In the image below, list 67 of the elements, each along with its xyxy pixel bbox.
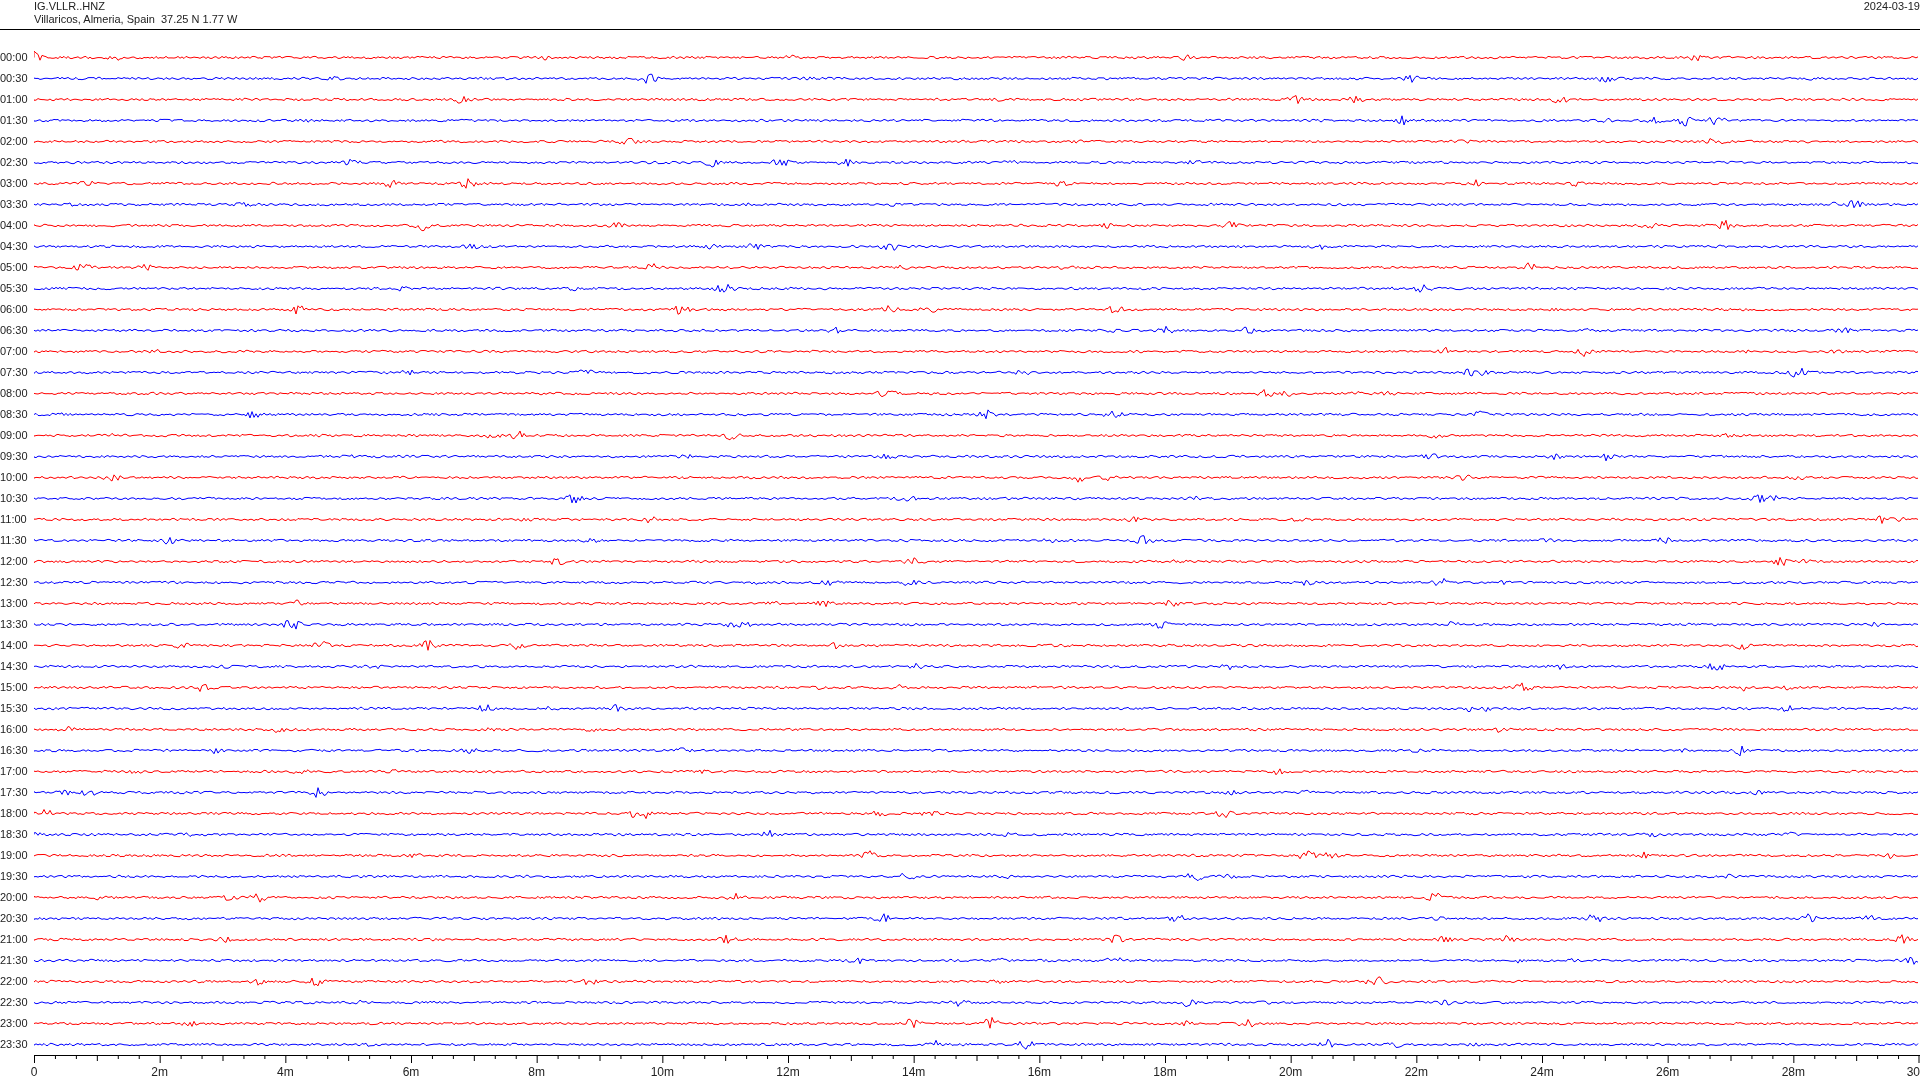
axis-tick-label: 22m — [1404, 1065, 1428, 1079]
time-label: 13:00 — [0, 597, 29, 610]
time-label: 14:30 — [0, 660, 29, 673]
time-label: 07:30 — [0, 366, 29, 379]
axis-tick-label: 12m — [776, 1065, 800, 1079]
time-label: 12:30 — [0, 576, 29, 589]
axis-tick-label: 10m — [650, 1065, 674, 1079]
time-label: 20:00 — [0, 891, 29, 904]
time-label: 09:00 — [0, 429, 29, 442]
axis-tick-label: 16m — [1027, 1065, 1051, 1079]
time-label: 02:30 — [0, 156, 29, 169]
time-label: 06:30 — [0, 324, 29, 337]
time-label: 06:00 — [0, 303, 29, 316]
axis-tick-label: 14m — [902, 1065, 926, 1079]
axis-tick-label: 18m — [1153, 1065, 1177, 1079]
time-label: 05:00 — [0, 261, 29, 274]
time-label: 19:30 — [0, 870, 29, 883]
time-label: 10:00 — [0, 471, 29, 484]
time-label: 04:30 — [0, 240, 29, 253]
station-location: Villaricos, Almeria, Spain 37.25 N 1.77 W — [34, 13, 238, 26]
axis-tick-label: 6m — [402, 1065, 420, 1079]
time-label: 14:00 — [0, 639, 29, 652]
time-label: 01:30 — [0, 114, 29, 127]
time-label: 15:00 — [0, 681, 29, 694]
time-label: 02:00 — [0, 135, 29, 148]
time-label: 15:30 — [0, 702, 29, 715]
time-label: 00:00 — [0, 51, 29, 64]
station-code: IG.VLLR..HNZ — [34, 0, 106, 13]
time-label: 16:00 — [0, 723, 29, 736]
axis-tick-label: 28m — [1781, 1065, 1805, 1079]
axis-tick-label: 0 — [30, 1065, 38, 1079]
time-label: 22:00 — [0, 975, 29, 988]
time-label: 11:00 — [0, 513, 28, 526]
axis-tick-label: 26m — [1656, 1065, 1680, 1079]
date-label: 2024-03-19 — [1863, 0, 1920, 14]
time-label: 07:00 — [0, 345, 29, 358]
time-label: 08:00 — [0, 387, 29, 400]
axis-tick-label: 8m — [528, 1065, 545, 1079]
time-label: 12:00 — [0, 555, 29, 568]
time-label: 22:30 — [0, 996, 29, 1009]
time-label: 11:30 — [0, 534, 28, 547]
time-label: 03:30 — [0, 198, 29, 211]
time-label: 20:30 — [0, 912, 29, 925]
axis-tick-label: 2m — [151, 1065, 168, 1079]
time-label: 04:00 — [0, 219, 29, 232]
time-label: 23:00 — [0, 1017, 29, 1030]
time-label: 03:00 — [0, 177, 29, 190]
axis-tick-label: 4m — [277, 1065, 294, 1079]
time-label: 21:30 — [0, 954, 29, 967]
time-label: 16:30 — [0, 744, 29, 757]
time-label: 18:00 — [0, 807, 29, 820]
time-label: 21:00 — [0, 933, 29, 946]
axis-tick-label: 20m — [1279, 1065, 1303, 1079]
time-label: 01:00 — [0, 93, 29, 106]
time-label: 00:30 — [0, 72, 29, 85]
time-label: 10:30 — [0, 492, 29, 505]
time-label: 13:30 — [0, 618, 29, 631]
axis-tick-label: 24m — [1530, 1065, 1554, 1079]
time-label: 17:00 — [0, 765, 29, 778]
time-label: 23:30 — [0, 1038, 29, 1051]
axis-tick-label: 30 — [1906, 1065, 1920, 1079]
time-label: 08:30 — [0, 408, 29, 421]
time-label: 05:30 — [0, 282, 29, 295]
time-label: 19:00 — [0, 849, 29, 862]
time-label: 09:30 — [0, 450, 29, 463]
time-label: 17:30 — [0, 786, 29, 799]
time-label: 18:30 — [0, 828, 29, 841]
